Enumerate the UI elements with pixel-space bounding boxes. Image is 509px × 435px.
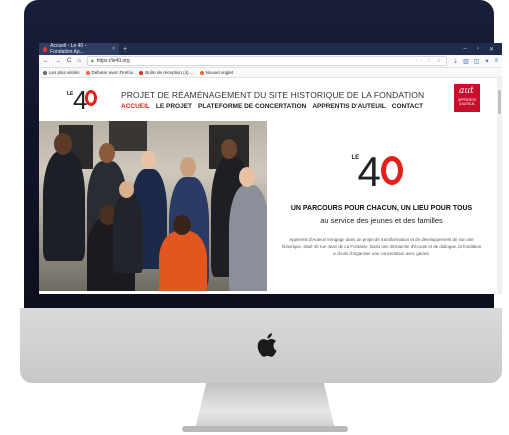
hero-section: LE 4 UN PARCOURS POUR CHACUN, UN LIEU PO… — [39, 121, 502, 291]
maximize-button[interactable]: ▫ — [477, 46, 479, 53]
menu-item-plateforme[interactable]: PLATEFORME DE CONCERTATION — [198, 103, 306, 110]
bookmarks-bar: Les plus visités Débuter avec Firefox Bo… — [39, 68, 502, 78]
main-menu: ACCUEIL LE PROJET PLATEFORME DE CONCERTA… — [121, 103, 424, 110]
bookmark-item[interactable]: Les plus visités — [43, 70, 80, 75]
extension-icon[interactable]: ✦ — [484, 58, 489, 65]
browser-window: Accueil - Le 40 - Fondation Ap... × + – … — [39, 43, 502, 294]
window-controls: – ▫ ✕ — [463, 46, 502, 53]
mail-icon — [139, 70, 144, 75]
site-header: LE 4 PROJET DE RÉAMÉNAGEMENT DU SITE HIS… — [39, 78, 502, 121]
firefox-icon — [85, 70, 90, 75]
logo-zero-ring — [85, 89, 97, 106]
apprentis-auteuil-logo[interactable]: aut APPRENTIS D'AUTEUIL — [454, 84, 480, 112]
address-bar[interactable]: 🔒︎ https://le40.org ··· ♡ ☆ — [86, 56, 448, 66]
site-logo[interactable]: LE 4 — [67, 85, 99, 115]
menu-item-apprentis[interactable]: APPRENTIS D'AUTEUIL — [312, 103, 385, 110]
menu-icon[interactable]: ≡ — [494, 58, 498, 65]
firefox-icon — [199, 70, 204, 75]
new-tab-button[interactable]: + — [123, 46, 127, 53]
hero-text: LE 4 UN PARCOURS POUR CHACUN, UN LIEU PO… — [267, 121, 502, 291]
bookmark-item[interactable]: Nouvel onglet — [199, 70, 233, 75]
library-icon[interactable]: ▥ — [463, 58, 469, 65]
gear-icon — [43, 70, 47, 75]
site-favicon-icon — [43, 46, 48, 52]
scrollbar-thumb[interactable] — [498, 90, 501, 114]
back-icon[interactable]: ← — [43, 58, 49, 64]
imac-stand — [195, 383, 335, 429]
tab-title: Accueil - Le 40 - Fondation Ap... — [50, 43, 87, 55]
group-photo — [39, 121, 267, 291]
minimize-button[interactable]: – — [463, 46, 466, 53]
hero-tagline: UN PARCOURS POUR CHACUN, UN LIEU POUR TO… — [290, 205, 473, 212]
lock-icon: 🔒︎ — [90, 58, 94, 64]
menu-item-le-projet[interactable]: LE PROJET — [156, 103, 192, 110]
hero-subtagline: au service des jeunes et des familles — [320, 216, 443, 226]
bookmark-item[interactable]: Débuter avec Firefox — [85, 70, 133, 75]
url-text: https://le40.org — [96, 58, 130, 64]
logo-zero-ring — [380, 156, 403, 185]
page-actions-icons[interactable]: ··· ♡ ☆ — [412, 58, 443, 64]
page-scrollbar[interactable] — [497, 76, 502, 294]
close-window-button[interactable]: ✕ — [489, 46, 494, 53]
navigation-bar: ← → C ⌂ 🔒︎ https://le40.org ··· ♡ ☆ ⇣ ▥ … — [39, 55, 502, 68]
download-icon[interactable]: ⇣ — [453, 58, 458, 65]
apple-logo-icon — [257, 333, 277, 357]
forward-icon[interactable]: → — [55, 58, 61, 64]
tab-close-icon[interactable]: × — [112, 46, 115, 52]
browser-tab[interactable]: Accueil - Le 40 - Fondation Ap... × — [39, 43, 119, 55]
menu-item-accueil[interactable]: ACCUEIL — [121, 103, 150, 110]
hero-intro-text: Apprentis d'Auteuil s'engage dans un pro… — [281, 237, 482, 256]
sidebar-icon[interactable]: ◫ — [474, 58, 480, 65]
bookmark-item[interactable]: Boîte de réception (4) ... — [139, 70, 194, 75]
site-title: PROJET DE RÉAMÉNAGEMENT DU SITE HISTORIQ… — [121, 89, 425, 100]
hero-logo: LE 4 — [352, 149, 412, 197]
home-icon[interactable]: ⌂ — [77, 58, 81, 64]
imac-stand-base — [182, 426, 348, 432]
reload-icon[interactable]: C — [67, 58, 71, 64]
menu-item-contact[interactable]: CONTACT — [392, 103, 423, 110]
toolbar-icons: ⇣ ▥ ◫ ✦ ≡ — [453, 58, 498, 65]
tab-bar: Accueil - Le 40 - Fondation Ap... × + – … — [39, 43, 502, 55]
